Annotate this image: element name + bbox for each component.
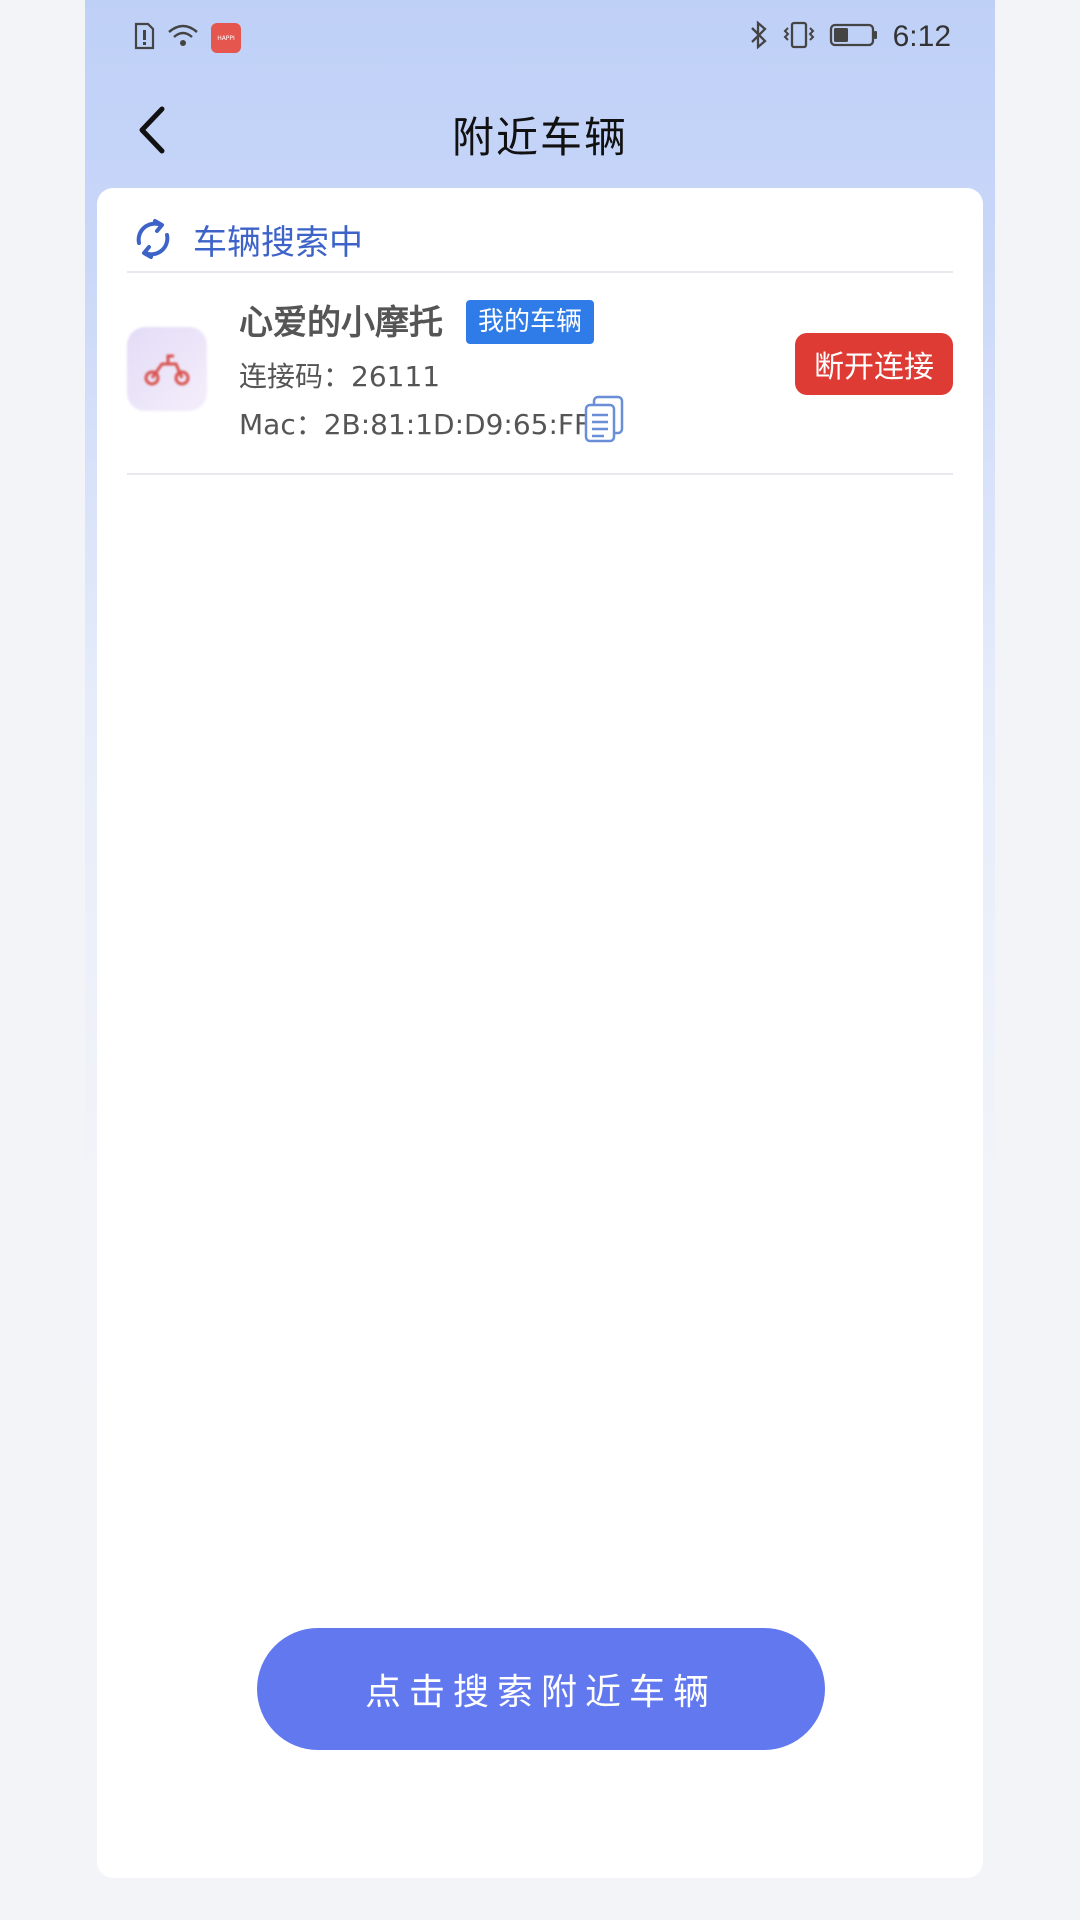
copy-icon xyxy=(584,395,624,443)
status-time: 6:12 xyxy=(892,20,951,53)
status-bar: HAPPI 6:12 xyxy=(85,0,995,78)
divider xyxy=(127,473,953,475)
header: 附近车辆 xyxy=(85,78,995,188)
search-status: 车辆搜索中 xyxy=(131,208,363,270)
vibrate-icon xyxy=(783,20,815,54)
battery-icon xyxy=(829,22,879,52)
sim-alert-icon xyxy=(133,22,155,54)
app-screen: HAPPI 6:12 附近车辆 车辆搜索中 心爱的小摩托 我的车辆 连接码：26… xyxy=(85,0,995,1920)
disconnect-button[interactable]: 断开连接 xyxy=(795,333,953,395)
vehicle-list-card: 车辆搜索中 心爱的小摩托 我的车辆 连接码：26111 Mac：2B:81:1D… xyxy=(97,188,983,1878)
scooter-icon xyxy=(127,327,207,411)
refresh-icon xyxy=(136,219,170,259)
app-badge-text: HAPPI xyxy=(217,34,235,42)
bluetooth-icon xyxy=(749,20,769,54)
page-title: 附近车辆 xyxy=(451,113,628,162)
search-status-label: 车辆搜索中 xyxy=(193,222,363,263)
mac-address: Mac：2B:81:1D:D9:65:FF xyxy=(239,408,591,441)
connection-code: 连接码：26111 xyxy=(239,360,441,393)
app-badge-icon: HAPPI xyxy=(211,23,241,53)
status-bar-left: HAPPI xyxy=(133,22,241,54)
wifi-icon xyxy=(167,23,199,53)
status-bar-right: 6:12 xyxy=(749,20,951,54)
my-vehicle-badge: 我的车辆 xyxy=(466,300,595,344)
copy-mac-button[interactable] xyxy=(582,395,626,443)
search-nearby-button[interactable]: 点击搜索附近车辆 xyxy=(257,1628,825,1750)
vehicle-name: 心爱的小摩托 xyxy=(239,303,443,343)
vehicle-list-item[interactable]: 心爱的小摩托 我的车辆 连接码：26111 Mac：2B:81:1D:D9:65… xyxy=(97,273,983,473)
